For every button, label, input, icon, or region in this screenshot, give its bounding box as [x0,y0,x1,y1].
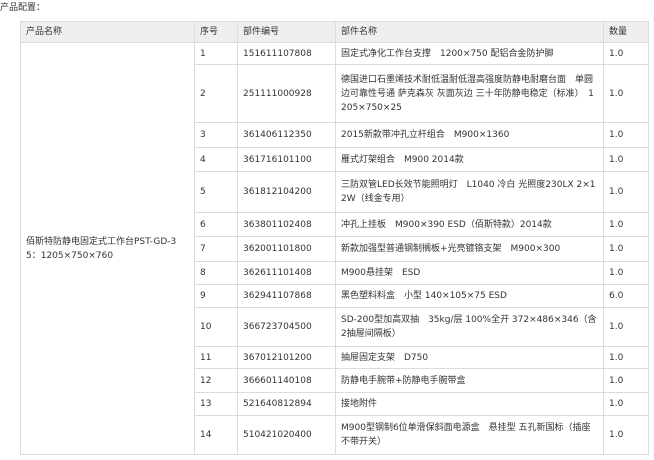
column-header-product: 产品名称 [20,21,195,43]
qty-cell: 6.0 [603,284,649,308]
column-header-name: 部件名称 [335,21,604,43]
product-name-cell: 佰斯特防静电固定式工作台PST-GD-35：1205×750×760 [20,42,195,455]
qty-cell: 1.0 [603,236,649,262]
seq-cell: 10 [194,307,238,347]
part-name-cell: 冲孔上挂板 M900×390 ESD（佰斯特款）2014款 [335,212,604,237]
part-name-cell: 雁式灯架组合 M900 2014款 [335,147,604,172]
code-cell: 151611107808 [237,42,336,65]
part-name-cell: 新款加强型普通钢制搁板+光亮镀铬支架 M900×300 [335,236,604,262]
qty-cell: 1.0 [603,415,649,455]
column-header-qty: 数量 [603,21,649,43]
part-name-cell: 2015新款带冲孔立杆组合 M900×1360 [335,122,604,148]
product-config-table: 产品名称 序号 部件编号 部件名称 数量 佰斯特防静电固定式工作台PST-GD-… [20,21,649,455]
part-name-cell: M900型钢制6位单滑保斜面电源盒 悬挂型 五孔新国标（插座不带开关） [335,415,604,455]
qty-cell: 1.0 [603,307,649,347]
code-cell: 362611101408 [237,261,336,285]
part-name-cell: 黑色塑料料盒 小型 140×105×75 ESD [335,284,604,308]
part-name-cell: 防静电手腕带+防静电手腕带盒 [335,368,604,393]
code-cell: 363801102408 [237,212,336,237]
code-cell: 251111000928 [237,64,336,123]
code-cell: 361812104200 [237,171,336,213]
code-cell: 366723704500 [237,307,336,347]
qty-cell: 1.0 [603,171,649,213]
section-heading: 产品配置： [0,3,46,13]
qty-cell: 1.0 [603,147,649,172]
part-name-cell: 固定式净化工作台支撑 1200×750 配铝合金防护脚 [335,42,604,65]
part-name-cell: M900悬挂架 ESD [335,261,604,285]
column-header-seq: 序号 [194,21,238,43]
seq-cell: 9 [194,284,238,308]
code-cell: 366601140108 [237,368,336,393]
qty-cell: 1.0 [603,122,649,148]
seq-cell: 4 [194,147,238,172]
code-cell: 361716101100 [237,147,336,172]
table-header-row: 产品名称 序号 部件编号 部件名称 数量 [20,21,649,43]
code-cell: 510421020400 [237,415,336,455]
seq-cell: 5 [194,171,238,213]
qty-cell: 1.0 [603,346,649,369]
code-cell: 361406112350 [237,122,336,148]
part-name-cell: 接地附件 [335,392,604,416]
qty-cell: 1.0 [603,42,649,65]
seq-cell: 11 [194,346,238,369]
seq-cell: 13 [194,392,238,416]
seq-cell: 3 [194,122,238,148]
part-name-cell: 德国进口石墨烯技术耐低温耐低湿高强度防静电耐磨台面 单圆边可靠性号通 萨克森灰 … [335,64,604,123]
code-cell: 362001101800 [237,236,336,262]
qty-cell: 1.0 [603,392,649,416]
part-name-cell: 抽屉固定支架 D750 [335,346,604,369]
seq-cell: 7 [194,236,238,262]
qty-cell: 1.0 [603,368,649,393]
seq-cell: 2 [194,64,238,123]
seq-cell: 14 [194,415,238,455]
seq-cell: 1 [194,42,238,65]
qty-cell: 1.0 [603,261,649,285]
seq-cell: 12 [194,368,238,393]
part-name-cell: 三防双管LED长效节能照明灯 L1040 冷白 光照度230LX 2×12W（线… [335,171,604,213]
part-name-cell: SD-200型加高双抽 35kg/层 100%全开 372×486×346（含2… [335,307,604,347]
qty-cell: 1.0 [603,212,649,237]
code-cell: 521640812894 [237,392,336,416]
code-cell: 362941107868 [237,284,336,308]
seq-cell: 6 [194,212,238,237]
table-row: 佰斯特防静电固定式工作台PST-GD-35：1205×750×760 1 151… [20,42,649,455]
code-cell: 367012101200 [237,346,336,369]
column-header-code: 部件编号 [237,21,336,43]
seq-cell: 8 [194,261,238,285]
qty-cell: 1.0 [603,64,649,123]
